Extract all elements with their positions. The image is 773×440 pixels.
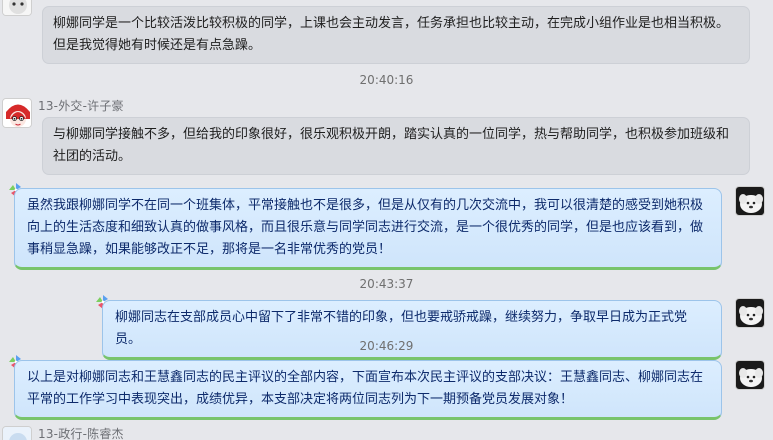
white-dog-avatar-icon xyxy=(736,299,764,327)
red-cartoon-avatar-icon xyxy=(3,99,31,127)
message-bubble-1[interactable]: 柳娜同学是一个比较活泼比较积极的同学，上课也会主动发言，任务承担也比较主动，在完… xyxy=(42,6,750,64)
message-text-3: 虽然我跟柳娜同学不在同一个班集体，平常接触也不是很多，但是从仅有的几次交流中，我… xyxy=(27,198,704,257)
sender-name-2[interactable]: 13-外交-许子豪 xyxy=(38,97,124,114)
message-bubble-3[interactable]: 虽然我跟柳娜同学不在同一个班集体，平常接触也不是很多，但是从仅有的几次交流中，我… xyxy=(14,188,722,270)
sender-name-3[interactable]: 13-政行-陈睿杰 xyxy=(38,425,124,440)
sender-avatar-1[interactable] xyxy=(2,0,32,16)
cartoon-avatar-icon xyxy=(3,0,31,15)
timestamp-1: 20:40:16 xyxy=(359,73,414,87)
message-text-1: 柳娜同学是一个比较活泼比较积极的同学，上课也会主动发言，任务承担也比较主动，在完… xyxy=(53,16,730,53)
cartoon-avatar-icon xyxy=(3,427,31,440)
my-avatar-2[interactable] xyxy=(735,298,765,328)
my-avatar-3[interactable] xyxy=(735,360,765,390)
my-avatar-1[interactable] xyxy=(735,186,765,216)
message-text-5: 以上是对柳娜同志和王慧鑫同志的民主评议的全部内容，下面宣布本次民主评议的支部决议… xyxy=(27,370,704,407)
sender-avatar-3[interactable] xyxy=(2,426,32,440)
white-dog-avatar-icon xyxy=(736,187,764,215)
message-text-2: 与柳娜同学接触不多，但给我的印象很好，很乐观积极开朗，踏实认真的一位同学，热与帮… xyxy=(53,127,730,164)
timestamp-3: 20:46:29 xyxy=(359,339,414,353)
message-bubble-2[interactable]: 与柳娜同学接触不多，但给我的印象很好，很乐观积极开朗，踏实认真的一位同学，热与帮… xyxy=(42,117,750,175)
sender-avatar-2[interactable] xyxy=(2,98,32,128)
message-bubble-5[interactable]: 以上是对柳娜同志和王慧鑫同志的民主评议的全部内容，下面宣布本次民主评议的支部决议… xyxy=(14,360,722,420)
white-dog-avatar-icon xyxy=(736,361,764,389)
timestamp-2: 20:43:37 xyxy=(359,277,414,291)
